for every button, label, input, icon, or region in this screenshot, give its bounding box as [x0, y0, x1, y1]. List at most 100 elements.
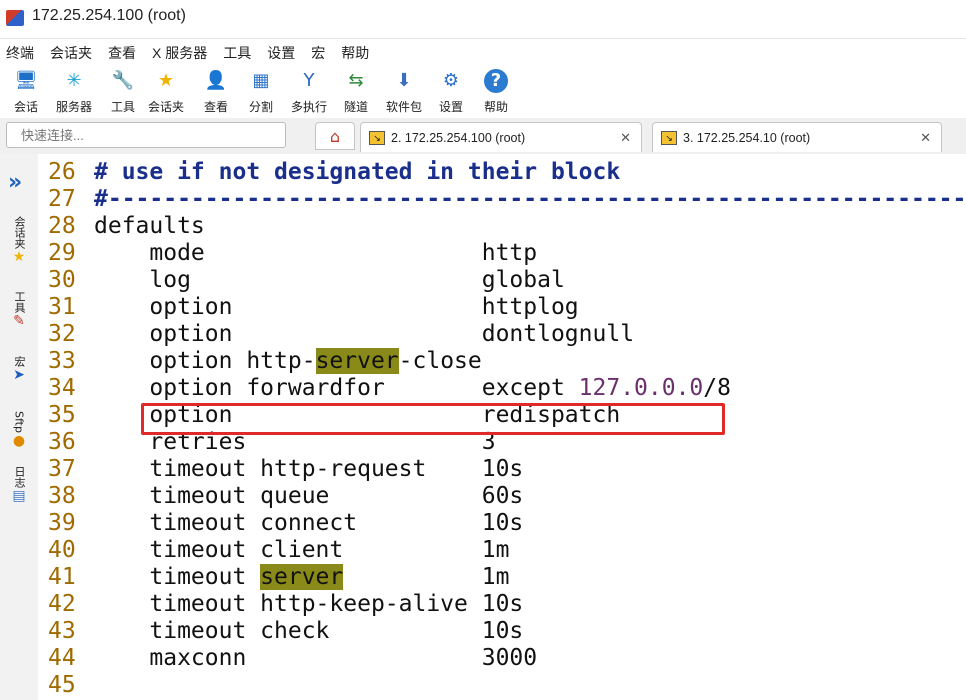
sidebar-item-label: 会话夹 — [13, 216, 26, 249]
menu-macro[interactable]: 宏 — [311, 43, 325, 63]
toolbar-multiexec-button[interactable]: Y 多执行 — [283, 66, 335, 118]
app-logo-icon — [6, 10, 24, 26]
line-number: 44 — [48, 645, 76, 671]
code-line: 31 option httplog — [38, 294, 966, 321]
tab-session-2[interactable]: ↘ 2. 172.25.254.100 (root) ✕ — [360, 122, 642, 152]
terminal-editor[interactable]: 26 # use if not designated in their block… — [38, 154, 966, 700]
tab-session-3[interactable]: ↘ 3. 172.25.254.10 (root) ✕ — [652, 122, 942, 152]
toolbar-help-button[interactable]: ? 帮助 — [470, 66, 522, 118]
search-highlight: server — [315, 348, 399, 374]
code-token: maxconn 3000 — [94, 645, 538, 671]
code-line: 44 maxconn 3000 — [38, 645, 966, 672]
code-token: timeout — [94, 564, 261, 590]
home-tab[interactable]: ⌂ — [315, 122, 355, 150]
terminal-icon: ↘ — [369, 130, 385, 145]
line-content: timeout http-keep-alive 10s — [94, 591, 523, 618]
code-token: 127.0.0.0 — [578, 375, 704, 401]
line-number: 26 — [48, 159, 76, 185]
window-title: 172.25.254.100 (root) — [32, 7, 186, 24]
code-line: 39 timeout connect 10s — [38, 510, 966, 537]
sidebar-item-log[interactable]: 日志 ▤ — [5, 464, 33, 504]
line-number: 35 — [48, 402, 76, 428]
line-number: 42 — [48, 591, 76, 617]
package-icon: ⬇ — [396, 70, 412, 91]
settings-icon: ⚙ — [442, 70, 460, 91]
line-number: 43 — [48, 618, 76, 644]
tools-icon: 🔧 — [111, 70, 135, 91]
code-token: timeout http-request 10s — [94, 456, 524, 482]
line-number: 30 — [48, 267, 76, 293]
menu-x-server[interactable]: X 服务器 — [152, 43, 207, 63]
toolbar-star-button[interactable]: ★ 会话夹 — [140, 66, 192, 118]
sidebar-item-macro[interactable]: 宏 ➤ — [5, 354, 33, 383]
macro-icon: ➤ — [13, 367, 25, 383]
line-content: option http-server-close — [94, 348, 482, 375]
code-token: option redispatch — [94, 402, 621, 428]
session-icon: 🖥 — [14, 70, 38, 91]
code-line: 27 #-------------------------------------… — [38, 186, 966, 213]
toolbar-label: 隧道 — [343, 100, 368, 114]
line-content: defaults — [94, 213, 205, 240]
code-token: timeout connect 10s — [94, 510, 524, 536]
line-number: 32 — [48, 321, 76, 347]
line-number: 34 — [48, 375, 76, 401]
close-icon[interactable]: ✕ — [620, 130, 631, 146]
terminal-icon: ↘ — [661, 130, 677, 145]
menu-view[interactable]: 查看 — [108, 43, 136, 63]
code-line: 38 timeout queue 60s — [38, 483, 966, 510]
code-token: log global — [94, 267, 565, 293]
tab-row: 快速连接... ⌂ ↘ 2. 172.25.254.100 (root) ✕ ↘… — [0, 118, 966, 155]
toolbar-split-button[interactable]: ▦ 分割 — [235, 66, 287, 118]
line-number: 31 — [48, 294, 76, 320]
sidebar-item-tools[interactable]: 工具 ✎ — [5, 289, 33, 329]
sidebar-item-label: 宏 — [13, 356, 26, 367]
line-content: #---------------------------------------… — [94, 186, 966, 213]
toolbar-package-button[interactable]: ⬇ 软件包 — [378, 66, 430, 118]
code-token: option forwardfor except — [94, 375, 579, 401]
code-line: 42 timeout http-keep-alive 10s — [38, 591, 966, 618]
code-line: 36 retries 3 — [38, 429, 966, 456]
code-token: #---------------------------------------… — [94, 186, 966, 212]
menu-session-folder[interactable]: 会话夹 — [50, 43, 92, 63]
line-number: 38 — [48, 483, 76, 509]
line-content: option redispatch — [94, 402, 620, 429]
sidebar-item-sftp[interactable]: Sftp ● — [5, 409, 33, 449]
code-line: 45 — [38, 672, 966, 699]
line-content: retries 3 — [94, 429, 495, 456]
menu-terminal[interactable]: 终端 — [6, 43, 34, 63]
toolbar-servers-button[interactable]: ✳ 服务器 — [48, 66, 100, 118]
line-content: maxconn 3000 — [94, 645, 537, 672]
tunnel-icon: ⇆ — [348, 70, 364, 91]
menu-settings[interactable]: 设置 — [267, 43, 295, 63]
menu-tools[interactable]: 工具 — [223, 43, 251, 63]
toolbar-session-button[interactable]: 🖥 会话 — [0, 66, 52, 118]
line-number: 33 — [48, 348, 76, 374]
menu-bar: 终端 会话夹 查看 X 服务器 工具 设置 宏 帮助 — [0, 39, 966, 66]
close-icon[interactable]: ✕ — [920, 130, 931, 146]
line-number: 37 — [48, 456, 76, 482]
menu-help[interactable]: 帮助 — [341, 43, 369, 63]
sidebar-item-star[interactable]: 会话夹 ★ — [5, 214, 33, 265]
sftp-icon: ● — [12, 432, 26, 449]
toolbar-label: 会话夹 — [147, 100, 184, 114]
toolbar-tunnel-button[interactable]: ⇆ 隧道 — [330, 66, 382, 118]
sidebar-item-label: 日志 — [13, 466, 26, 488]
code-token: timeout http-keep-alive 10s — [94, 591, 524, 617]
code-line: 40 timeout client 1m — [38, 537, 966, 564]
line-content: option httplog — [94, 294, 579, 321]
line-content: timeout server 1m — [94, 564, 509, 591]
line-number: 27 — [48, 186, 76, 212]
tab-label: 2. 172.25.254.100 (root) — [391, 130, 526, 145]
multiexec-icon: Y — [303, 70, 315, 91]
expand-sidebar-icon[interactable]: » — [8, 170, 22, 195]
code-token: timeout check 10s — [94, 618, 524, 644]
split-icon: ▦ — [252, 70, 270, 91]
code-token: option dontlognull — [94, 321, 635, 347]
line-content: option forwardfor except 127.0.0.0/8 — [94, 375, 731, 402]
quick-connect-input[interactable]: 快速连接... — [6, 122, 286, 148]
toolbar: 🖥 会话 ✳ 服务器 🔧 工具 ★ 会话夹 👤 查看 ▦ 分割 Y 多执行 ⇆ 隧道 ⬇ 软件包 ⚙ 设置? 帮助 — [0, 66, 966, 119]
code-line: 34 option forwardfor except 127.0.0.0/8 — [38, 375, 966, 402]
code-line: 41 timeout server 1m — [38, 564, 966, 591]
code-token: option httplog — [94, 294, 579, 320]
toolbar-label: 分割 — [248, 100, 273, 114]
